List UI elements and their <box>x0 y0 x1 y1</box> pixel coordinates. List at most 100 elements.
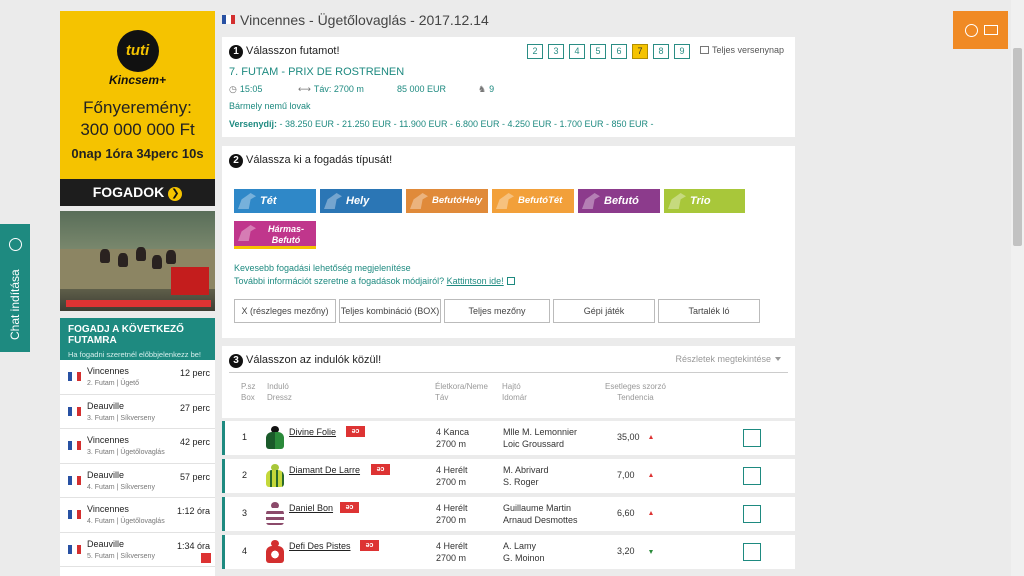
runner-row[interactable]: 2 Diamant De Larre ǝɔ 4 Herélt 2700 m M. … <box>222 459 795 493</box>
race-number-button[interactable]: 6 <box>611 44 627 59</box>
bet-type-befuto-hely[interactable]: BefutóHely <box>406 189 488 213</box>
next-race-time: 12 perc <box>179 368 210 378</box>
bet-type-befuto[interactable]: Befutó <box>578 189 660 213</box>
trend-down-icon <box>649 550 653 554</box>
jockey-silk-icon <box>265 540 285 564</box>
runner-checkbox[interactable] <box>743 543 761 561</box>
bet-type-befuto-tet[interactable]: BefutóTét <box>492 189 574 213</box>
full-day-label: Teljes versenynap <box>712 45 785 55</box>
race-number-button-active[interactable]: 7 <box>632 44 648 59</box>
mode-reserve-horse[interactable]: Tartalék ló <box>658 299 760 323</box>
bet-type-label: Befutó <box>604 195 639 207</box>
runner-trainer: Arnaud Desmottes <box>503 515 578 525</box>
next-race-venue: Deauville <box>87 469 125 480</box>
next-race-time: 27 perc <box>179 402 210 413</box>
next-race-item[interactable]: Vincennes 4. Futam | Ügetőlovaglás 1:12 … <box>60 498 215 533</box>
race-number-button[interactable]: 8 <box>653 44 669 59</box>
bet-now-button[interactable]: FOGADOK ❯ <box>60 179 215 206</box>
runner-row[interactable]: 3 Daniel Bon ǝɔ 4 Herélt 2700 m Guillaume… <box>222 497 795 531</box>
race-number-button[interactable]: 5 <box>590 44 606 59</box>
full-day-link[interactable]: Teljes versenynap <box>700 45 784 55</box>
more-info-link[interactable]: Kattintson ide! <box>447 276 504 286</box>
calendar-icon <box>700 46 709 54</box>
bet-mode-tabs: X (részleges mezőny) Teljes kombináció (… <box>234 299 763 323</box>
next-race-sub: 5. Futam | Síkverseny <box>87 552 155 560</box>
bet-type-hely[interactable]: Hely <box>320 189 402 213</box>
runner-age-distance: 4 Kanca 2700 m <box>436 426 469 450</box>
runner-checkbox[interactable] <box>743 429 761 447</box>
next-race-venue: Vincennes <box>87 435 129 445</box>
next-race-item[interactable]: Deauville 3. Futam | Síkverseny 27 perc <box>60 395 215 429</box>
contact-tab[interactable] <box>953 11 1008 49</box>
bet-type-panel: 2 Válassza ki a fogadás típusát! Tét Hely… <box>222 146 795 338</box>
mode-box[interactable]: Teljes kombináció (BOX) <box>339 299 441 323</box>
page-scrollbar[interactable] <box>1011 0 1024 576</box>
fewer-options-link[interactable]: Kevesebb fogadási lehetőség megjelenítés… <box>234 263 411 273</box>
runner-odds: 6,60 <box>617 508 635 518</box>
video-horse <box>166 250 176 264</box>
bet-type-label-line2: Befutó <box>271 235 301 245</box>
bet-now-label: FOGADOK <box>92 184 165 200</box>
jackpot-promo[interactable]: tuti Kincsem+ Főnyeremény: 300 000 000 F… <box>60 11 215 206</box>
horse-head-icon <box>582 193 600 209</box>
header-box: Box <box>241 393 255 402</box>
next-race-item[interactable]: Vincennes 2. Futam | Ügető 12 perc <box>60 360 215 395</box>
race-number-button[interactable]: 4 <box>569 44 585 59</box>
race-number-button[interactable]: 2 <box>527 44 543 59</box>
runner-jockey-trainer: Guillaume Martin Arnaud Desmottes <box>503 502 578 526</box>
race-number-button[interactable]: 3 <box>548 44 564 59</box>
mode-full-field[interactable]: Teljes mezőny <box>444 299 550 323</box>
next-race-item[interactable]: Vincennes 3. Futam | Ügetőlovaglás 42 pe… <box>60 429 215 464</box>
runner-name[interactable]: Daniel Bon <box>289 503 333 513</box>
race-time-text: 15:05 <box>239 84 263 94</box>
runner-name[interactable]: Defi Des Pistes <box>289 541 351 551</box>
race-video-player[interactable] <box>60 211 215 311</box>
bet-type-harmas-befuto[interactable]: Hármas- Befutó <box>234 221 316 249</box>
next-race-item[interactable]: Deauville 4. Futam | Síkverseny 57 perc <box>60 464 215 498</box>
tuti-logo: tuti <box>116 30 159 72</box>
race-number-button[interactable]: 9 <box>674 44 690 59</box>
header-distance: Táv <box>435 393 449 402</box>
runner-jockey-trainer: A. Lamy G. Moinon <box>503 540 545 564</box>
runner-row[interactable]: 1 Divine Folie ǝɔ 4 Kanca 2700 m Mlle M. … <box>222 421 795 455</box>
bet-type-tet[interactable]: Tét <box>234 189 316 213</box>
support-icon <box>965 24 978 37</box>
runner-number: 3 <box>242 508 248 518</box>
more-info-text: További információt szeretne a fogadások… <box>234 276 445 286</box>
details-toggle[interactable]: Részletek megtekintése <box>675 354 781 364</box>
brand-name: Kincsem+ <box>108 73 167 87</box>
runner-checkbox[interactable] <box>743 505 761 523</box>
runner-age-distance: 4 Herélt 2700 m <box>436 502 468 526</box>
step-number-badge: 1 <box>229 45 243 59</box>
france-flag-icon <box>222 15 235 24</box>
horse-head-icon <box>238 225 256 241</box>
runner-odds: 35,00 <box>617 432 640 442</box>
header-psz: P.sz <box>241 382 256 391</box>
jockey-silk-icon <box>265 464 285 488</box>
runner-row[interactable]: 4 Defi Des Pistes ǝɔ 4 Herélt 2700 m A. L… <box>222 535 795 569</box>
jockey-silk-icon <box>265 502 285 526</box>
runner-odds: 3,20 <box>617 546 635 556</box>
race-time: ◷ 15:05 <box>229 84 262 95</box>
runners-panel: 3 Válasszon az indulók közül! Részletek m… <box>222 346 795 418</box>
next-race-sub: 4. Futam | Ügetőlovaglás <box>87 518 165 525</box>
mode-quick-pick[interactable]: Gépi játék <box>553 299 655 323</box>
race-distance-text: Táv: 2700 m <box>313 84 364 94</box>
runner-jockey: Mlle M. Lemonnier <box>503 427 578 437</box>
mode-partial-field[interactable]: X (részleges mezőny) <box>234 299 336 323</box>
bet-type-label: Hely <box>346 195 370 207</box>
scrollbar-thumb[interactable] <box>1013 48 1022 246</box>
runner-tag-badge: ǝɔ <box>360 540 379 551</box>
close-icon[interactable] <box>201 553 211 563</box>
next-race-venue: Deauville <box>87 400 125 411</box>
race-prize: 85 000 EUR <box>397 84 447 94</box>
expand-icon[interactable] <box>506 277 515 285</box>
next-race-item[interactable]: Deauville 5. Futam | Síkverseny 1:34 óra <box>60 533 215 567</box>
horse-head-icon <box>410 193 428 209</box>
runner-tag-badge: ǝɔ <box>340 502 359 513</box>
runner-name[interactable]: Divine Folie <box>289 427 336 437</box>
runner-checkbox[interactable] <box>743 467 761 485</box>
runner-name[interactable]: Diamant De Larre <box>289 465 360 475</box>
chat-tab[interactable]: Chat indítása <box>0 224 30 352</box>
bet-type-trio[interactable]: Trio <box>664 189 745 213</box>
